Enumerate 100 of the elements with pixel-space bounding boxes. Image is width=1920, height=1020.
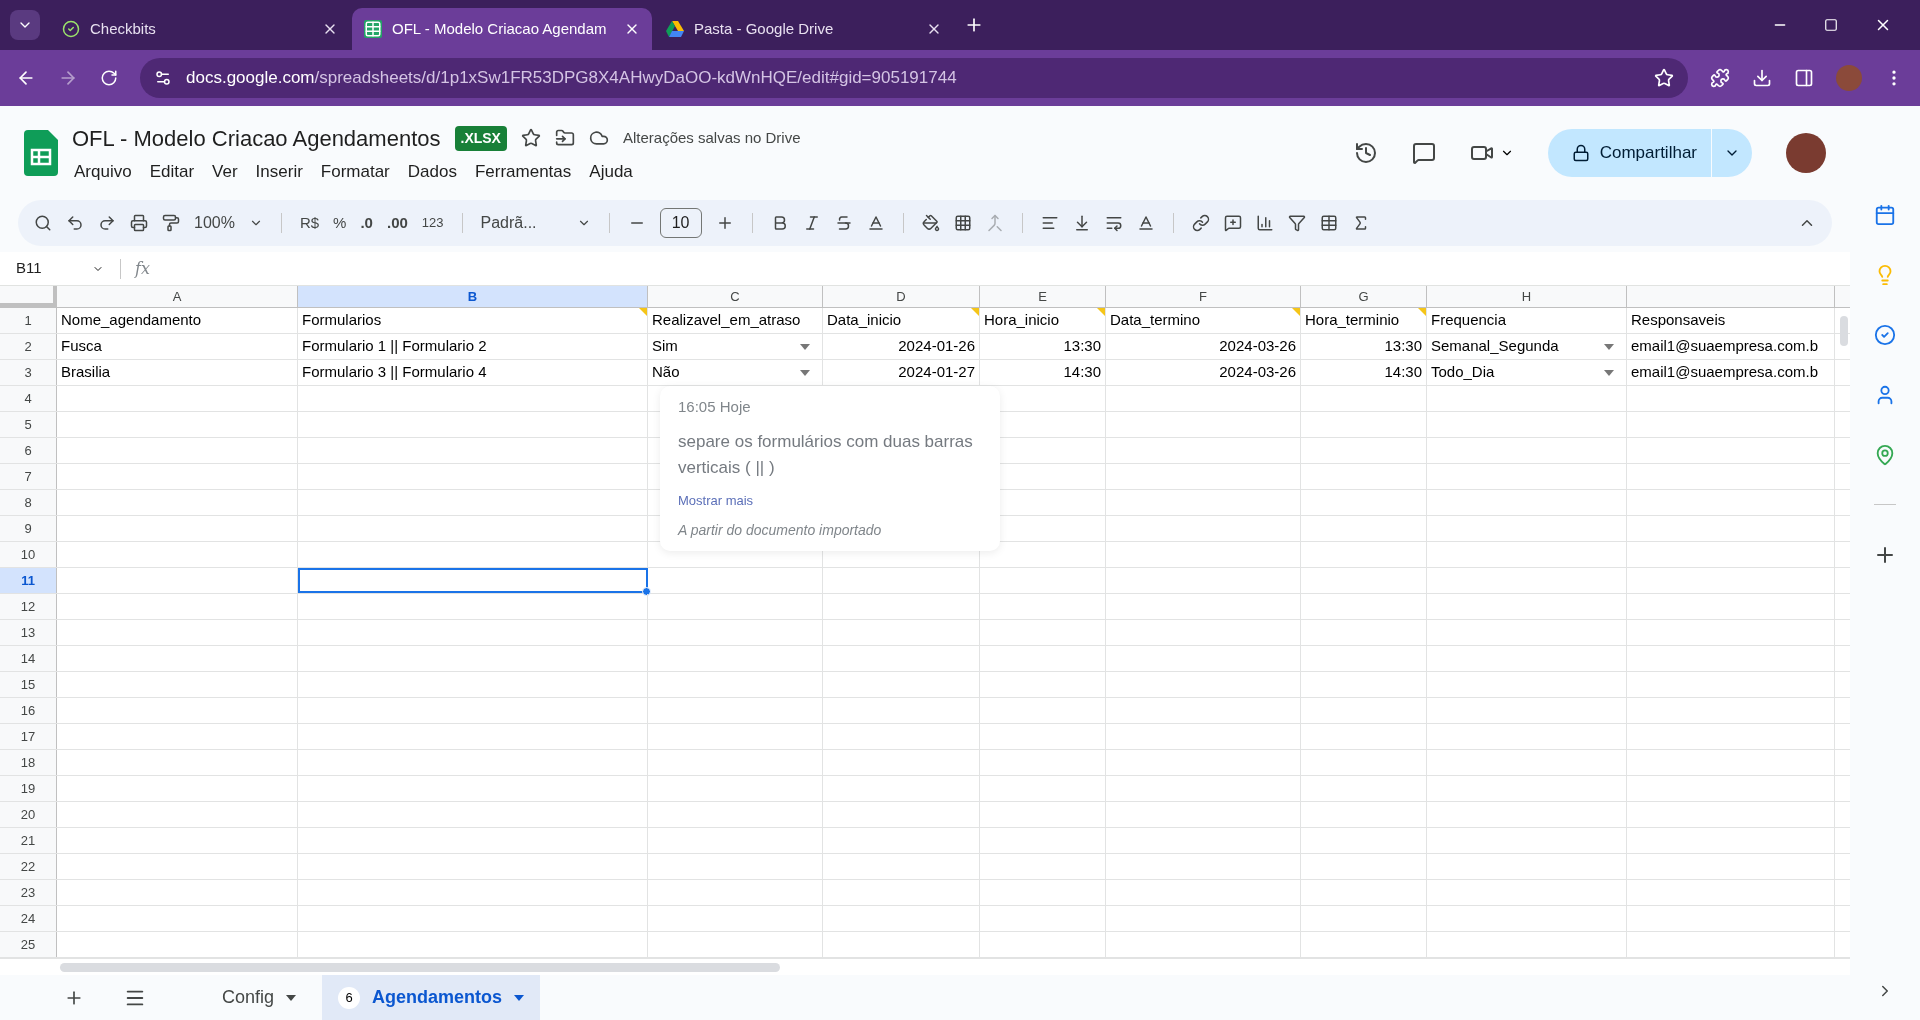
percent-format-button[interactable]: % xyxy=(333,211,347,235)
history-icon[interactable] xyxy=(1353,141,1378,165)
row-header[interactable]: 3 xyxy=(0,360,57,385)
tab-search-button[interactable] xyxy=(10,10,40,40)
row-header[interactable]: 5 xyxy=(0,412,57,437)
restore-icon[interactable] xyxy=(1824,18,1838,32)
add-comment-icon[interactable] xyxy=(1223,214,1242,232)
menu-item[interactable]: Arquivo xyxy=(72,158,140,185)
account-avatar[interactable] xyxy=(1786,133,1826,173)
row-header[interactable]: 13 xyxy=(0,620,57,645)
link-icon[interactable] xyxy=(1191,214,1210,232)
map-pin-icon[interactable] xyxy=(1874,444,1896,466)
browser-tab[interactable]: Checkbits xyxy=(50,8,350,50)
horizontal-scrollbar[interactable] xyxy=(60,962,780,972)
row-header[interactable]: 16 xyxy=(0,698,57,723)
menu-item[interactable]: Formatar xyxy=(312,158,398,185)
bookmark-star-icon[interactable] xyxy=(1654,68,1674,88)
reload-icon[interactable] xyxy=(100,69,118,87)
show-more-link[interactable]: Mostrar mais xyxy=(678,490,982,510)
menu-item[interactable]: Dados xyxy=(399,158,465,185)
font-size-field[interactable]: 10 xyxy=(659,208,702,238)
filter-views-icon[interactable] xyxy=(1319,214,1338,232)
paint-format-icon[interactable] xyxy=(162,214,180,232)
column-header[interactable]: E xyxy=(980,286,1106,307)
strikethrough-icon[interactable] xyxy=(834,214,853,232)
row-header[interactable]: 8 xyxy=(0,490,57,515)
calendar-icon[interactable] xyxy=(1874,204,1896,226)
row-header[interactable]: 19 xyxy=(0,776,57,801)
site-settings-icon[interactable] xyxy=(154,69,172,87)
text-rotation-icon[interactable] xyxy=(1136,214,1155,232)
row-header[interactable]: 25 xyxy=(0,932,57,957)
decrease-decimal-button[interactable]: .0 xyxy=(360,211,373,235)
side-panel-icon[interactable] xyxy=(1794,68,1814,88)
address-field[interactable]: docs.google.com/spreadsheets/d/1p1xSw1FR53DPG8X4AHwyDaOO-kdWnHQE/edit#gid=905191744 xyxy=(140,58,1688,98)
column-header[interactable]: C xyxy=(648,286,823,307)
row-header[interactable]: 15 xyxy=(0,672,57,697)
row-header[interactable]: 1 xyxy=(0,308,57,333)
tasks-icon[interactable] xyxy=(1874,324,1896,346)
row-header[interactable]: 9 xyxy=(0,516,57,541)
row-header[interactable]: 2 xyxy=(0,334,57,359)
increase-decimal-button[interactable]: .00 xyxy=(386,211,408,235)
column-header[interactable]: G xyxy=(1301,286,1427,307)
star-icon[interactable] xyxy=(520,128,541,149)
chart-icon[interactable] xyxy=(1255,214,1274,232)
name-box[interactable]: B11 xyxy=(0,257,120,280)
vertical-scrollbar[interactable] xyxy=(1840,316,1848,346)
horizontal-align-icon[interactable] xyxy=(1040,214,1059,232)
dropdown-caret-icon[interactable] xyxy=(800,343,810,350)
row-header[interactable]: 22 xyxy=(0,854,57,879)
borders-icon[interactable] xyxy=(953,214,972,232)
menu-item[interactable]: Ajuda xyxy=(581,158,641,185)
browser-tab[interactable]: OFL - Modelo Criacao Agendam xyxy=(352,8,652,50)
search-icon[interactable] xyxy=(34,214,52,232)
row-header[interactable]: 7 xyxy=(0,464,57,489)
menu-item[interactable]: Ferramentas xyxy=(466,158,580,185)
print-icon[interactable] xyxy=(130,214,148,232)
row-header[interactable]: 23 xyxy=(0,880,57,905)
share-button[interactable]: Compartilhar xyxy=(1547,129,1711,177)
row-header[interactable]: 11 xyxy=(0,568,57,593)
row-header[interactable]: 17 xyxy=(0,724,57,749)
filter-icon[interactable] xyxy=(1287,214,1306,232)
currency-format-button[interactable]: R$ xyxy=(299,211,320,235)
zoom-select[interactable]: 100% xyxy=(194,211,263,235)
comments-icon[interactable] xyxy=(1411,141,1436,165)
caret-icon[interactable] xyxy=(286,994,297,1001)
row-header[interactable]: 24 xyxy=(0,906,57,931)
menu-item[interactable]: Editar xyxy=(141,158,203,185)
dropdown-caret-icon[interactable] xyxy=(800,369,810,376)
move-folder-icon[interactable] xyxy=(554,128,575,149)
browser-tab[interactable]: Pasta - Google Drive xyxy=(654,8,954,50)
undo-icon[interactable] xyxy=(66,214,84,232)
sheet-tab[interactable]: Config xyxy=(206,975,313,1020)
document-title[interactable]: OFL - Modelo Criacao Agendamentos xyxy=(72,121,441,155)
redo-icon[interactable] xyxy=(98,214,116,232)
menu-item[interactable]: Inserir xyxy=(247,158,311,185)
row-header[interactable]: 10 xyxy=(0,542,57,567)
fill-handle[interactable] xyxy=(642,587,651,596)
number-format-button[interactable]: 123 xyxy=(421,213,444,233)
dropdown-caret-icon[interactable] xyxy=(1604,343,1614,350)
text-color-icon[interactable] xyxy=(866,214,885,232)
column-header[interactable]: B xyxy=(298,286,648,307)
row-header[interactable]: 21 xyxy=(0,828,57,853)
column-header[interactable]: H xyxy=(1427,286,1627,307)
text-wrap-icon[interactable] xyxy=(1104,214,1123,232)
extensions-icon[interactable] xyxy=(1710,68,1730,88)
row-header[interactable]: 12 xyxy=(0,594,57,619)
column-header[interactable]: F xyxy=(1106,286,1301,307)
active-cell[interactable] xyxy=(298,568,648,593)
row-header[interactable]: 14 xyxy=(0,646,57,671)
font-select[interactable]: Padrã... xyxy=(480,211,591,235)
dropdown-caret-icon[interactable] xyxy=(1604,369,1614,376)
row-header[interactable]: 6 xyxy=(0,438,57,463)
download-icon[interactable] xyxy=(1752,68,1772,88)
row-header[interactable]: 20 xyxy=(0,802,57,827)
row-header[interactable]: 18 xyxy=(0,750,57,775)
fill-color-icon[interactable] xyxy=(921,214,940,232)
column-header[interactable]: D xyxy=(823,286,980,307)
row-header[interactable]: 4 xyxy=(0,386,57,411)
menu-item[interactable]: Ver xyxy=(204,158,246,185)
sheet-tab[interactable]: 6 Agendamentos xyxy=(322,975,541,1020)
